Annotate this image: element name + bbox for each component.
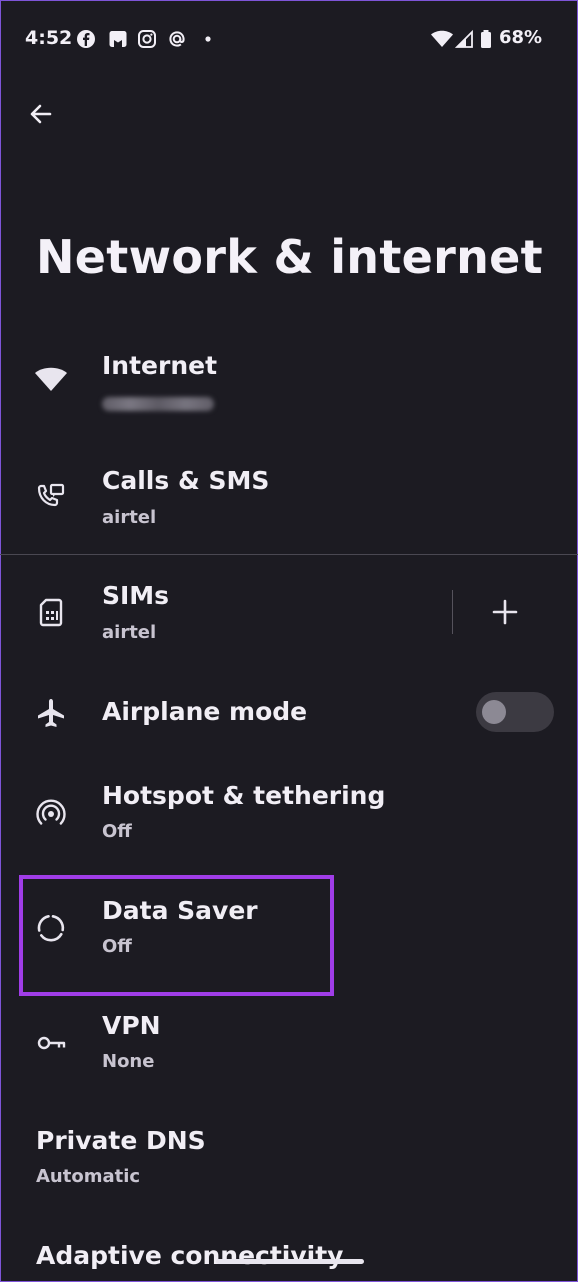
threads-icon [169, 31, 185, 47]
sim-card-icon [39, 598, 63, 627]
setting-subtitle: Off [102, 821, 132, 842]
setting-title: Private DNS [36, 1126, 206, 1155]
facebook-icon [77, 30, 95, 48]
setting-title: Internet [102, 351, 218, 380]
back-arrow-icon[interactable] [26, 99, 56, 129]
setting-subtitle-blurred [102, 395, 214, 416]
setting-adaptive-connectivity[interactable]: Adaptive connectivity [0, 1230, 578, 1282]
setting-calls-sms[interactable]: Calls & SMS airtel [0, 455, 578, 550]
calls-sms-icon [37, 483, 65, 507]
page-title: Network & internet [36, 230, 543, 284]
setting-vpn[interactable]: VPN None [0, 1000, 578, 1095]
setting-title: Adaptive connectivity [36, 1241, 344, 1270]
cellular-signal-icon [455, 29, 473, 48]
setting-title: VPN [102, 1011, 161, 1040]
setting-internet[interactable]: Internet [0, 340, 578, 440]
hotspot-icon [36, 799, 66, 825]
toggle-knob [482, 700, 506, 724]
setting-private-dns[interactable]: Private DNS Automatic [0, 1115, 578, 1210]
setting-subtitle: airtel [102, 507, 157, 528]
setting-title: Hotspot & tethering [102, 781, 386, 810]
setting-hotspot-tethering[interactable]: Hotspot & tethering Off [0, 770, 578, 865]
vpn-key-icon [37, 1036, 66, 1050]
vertical-divider [452, 590, 453, 634]
setting-subtitle: airtel [102, 622, 157, 643]
gesture-navigation-bar[interactable] [216, 1259, 364, 1264]
wifi-icon [35, 367, 67, 391]
data-saver-highlight-box [19, 875, 334, 996]
status-time: 4:52 [25, 27, 73, 49]
wifi-icon [431, 30, 453, 47]
setting-subtitle: Automatic [36, 1166, 141, 1187]
dot-icon [205, 36, 211, 42]
setting-title: SIMs [102, 581, 170, 610]
setting-title: Airplane mode [102, 697, 308, 726]
airplane-mode-toggle[interactable] [476, 692, 554, 732]
battery-icon [481, 30, 491, 48]
status-bar: 4:52 68% [0, 0, 578, 72]
section-divider [0, 554, 578, 555]
instagram-icon [138, 30, 156, 48]
battery-percentage: 68% [499, 27, 543, 48]
setting-title: Calls & SMS [102, 466, 270, 495]
airplane-icon [38, 699, 64, 727]
add-sim-button[interactable] [490, 597, 520, 627]
setting-subtitle: None [102, 1051, 155, 1072]
bookmark-app-icon [109, 31, 127, 47]
